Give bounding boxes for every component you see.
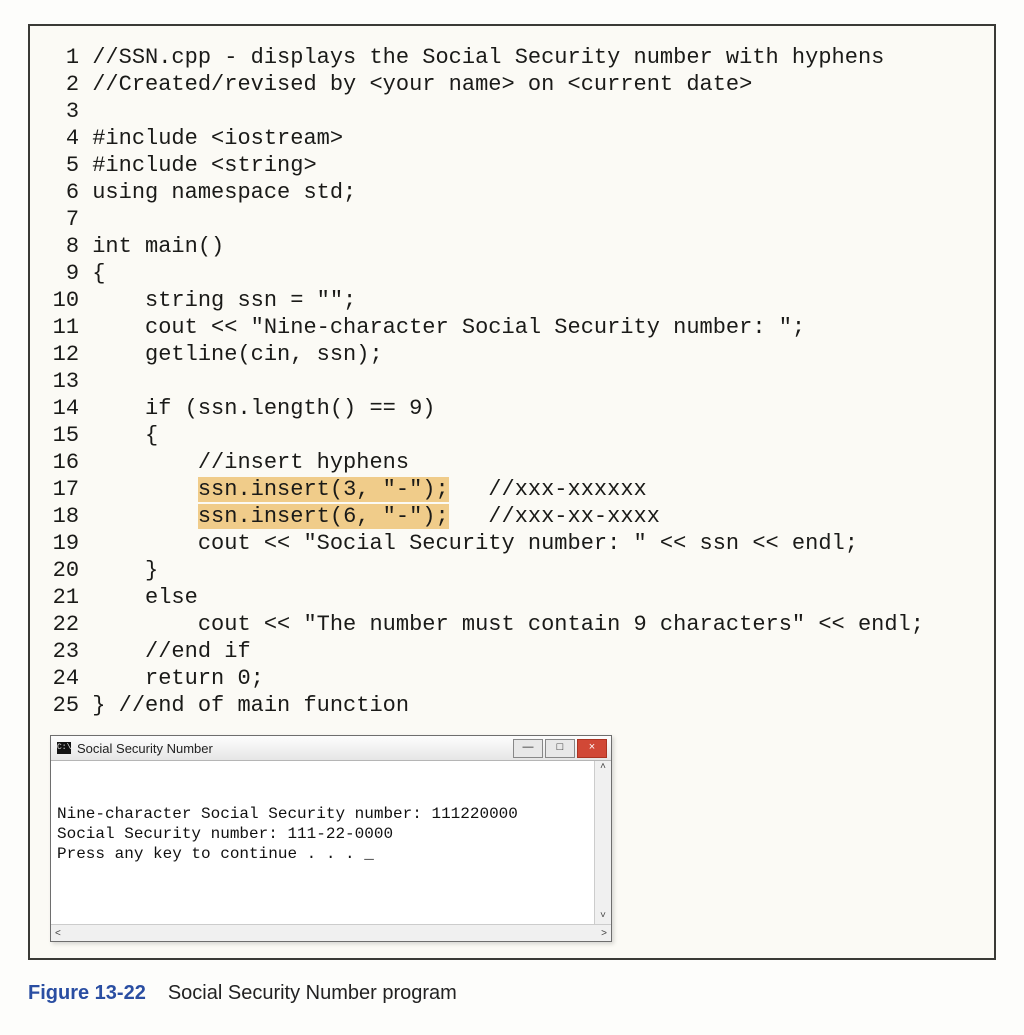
code-line: 20 } xyxy=(50,557,974,584)
line-number: 17 xyxy=(50,476,79,503)
code-line: 24 return 0; xyxy=(50,665,974,692)
code-text: return 0; xyxy=(92,666,264,691)
line-number: 8 xyxy=(50,233,79,260)
code-text: //xxx-xxxxxx xyxy=(449,477,647,502)
line-number: 4 xyxy=(50,125,79,152)
line-number: 16 xyxy=(50,449,79,476)
line-number: 24 xyxy=(50,665,79,692)
line-number: 13 xyxy=(50,368,79,395)
line-number: 20 xyxy=(50,557,79,584)
console-titlebar: C:\ Social Security Number — □ × xyxy=(51,736,611,761)
code-text: int main() xyxy=(92,234,224,259)
command-prompt-icon: C:\ xyxy=(57,742,71,754)
code-line: 5 #include <string> xyxy=(50,152,974,179)
code-line: 3 xyxy=(50,98,974,125)
line-number: 3 xyxy=(50,98,79,125)
code-line: 14 if (ssn.length() == 9) xyxy=(50,395,974,422)
code-text: { xyxy=(92,261,105,286)
scroll-left-icon[interactable]: < xyxy=(55,928,61,939)
scroll-down-icon[interactable]: ˅ xyxy=(600,910,606,924)
line-number: 9 xyxy=(50,260,79,287)
figure-label: Figure 13-22 xyxy=(28,982,146,1004)
line-number: 22 xyxy=(50,611,79,638)
code-line: 17 ssn.insert(3, "-"); //xxx-xxxxxx xyxy=(50,476,974,503)
code-text: string ssn = ""; xyxy=(92,288,356,313)
code-text: } xyxy=(92,558,158,583)
code-line: 16 //insert hyphens xyxy=(50,449,974,476)
code-text: #include <iostream> xyxy=(92,126,343,151)
code-text: //SSN.cpp - displays the Social Security… xyxy=(92,45,884,70)
console-title: Social Security Number xyxy=(77,741,513,756)
line-number: 11 xyxy=(50,314,79,341)
code-text: cout << "Nine-character Social Security … xyxy=(92,315,805,340)
line-number: 10 xyxy=(50,287,79,314)
line-number: 14 xyxy=(50,395,79,422)
vertical-scrollbar[interactable]: ˄ ˅ xyxy=(594,761,611,924)
code-text: #include <string> xyxy=(92,153,316,178)
line-number: 1 xyxy=(50,44,79,71)
console-output: Nine-character Social Security number: 1… xyxy=(51,761,611,924)
horizontal-scrollbar[interactable]: < > xyxy=(51,924,611,941)
line-number: 23 xyxy=(50,638,79,665)
window-buttons: — □ × xyxy=(513,739,607,758)
scroll-right-icon[interactable]: > xyxy=(601,928,607,939)
code-text xyxy=(92,477,198,502)
code-snippet-container: 1 //SSN.cpp - displays the Social Securit… xyxy=(28,24,996,960)
code-line: 18 ssn.insert(6, "-"); //xxx-xx-xxxx xyxy=(50,503,974,530)
code-line: 4 #include <iostream> xyxy=(50,125,974,152)
line-number: 6 xyxy=(50,179,79,206)
line-number: 18 xyxy=(50,503,79,530)
code-line: 6 using namespace std; xyxy=(50,179,974,206)
code-line: 19 cout << "Social Security number: " <<… xyxy=(50,530,974,557)
code-line: 12 getline(cin, ssn); xyxy=(50,341,974,368)
highlighted-code: ssn.insert(6, "-"); xyxy=(198,504,449,529)
code-line: 9{ xyxy=(50,260,974,287)
code-text: } //end of main function xyxy=(92,693,409,718)
line-number: 19 xyxy=(50,530,79,557)
line-number: 12 xyxy=(50,341,79,368)
code-text: //Created/revised by <your name> on <cur… xyxy=(92,72,752,97)
code-text: //insert hyphens xyxy=(92,450,409,475)
code-line: 22 cout << "The number must contain 9 ch… xyxy=(50,611,974,638)
code-text: { xyxy=(92,423,158,448)
line-number: 21 xyxy=(50,584,79,611)
code-line: 13 xyxy=(50,368,974,395)
line-number: 5 xyxy=(50,152,79,179)
highlighted-code: ssn.insert(3, "-"); xyxy=(198,477,449,502)
code-line: 8 int main() xyxy=(50,233,974,260)
maximize-button[interactable]: □ xyxy=(545,739,575,758)
code-listing: 1 //SSN.cpp - displays the Social Securit… xyxy=(50,44,974,719)
code-line: 10 string ssn = ""; xyxy=(50,287,974,314)
line-number: 7 xyxy=(50,206,79,233)
code-line: 15 { xyxy=(50,422,974,449)
minimize-button[interactable]: — xyxy=(513,739,543,758)
line-number: 25 xyxy=(50,692,79,719)
code-line: 1 //SSN.cpp - displays the Social Securit… xyxy=(50,44,974,71)
code-line: 2 //Created/revised by <your name> on <cu… xyxy=(50,71,974,98)
code-text: //end if xyxy=(92,639,250,664)
close-button[interactable]: × xyxy=(577,739,607,758)
code-line: 11 cout << "Nine-character Social Securi… xyxy=(50,314,974,341)
code-text: cout << "Social Security number: " << ss… xyxy=(92,531,858,556)
line-number: 2 xyxy=(50,71,79,98)
figure-caption: Figure 13-22 Social Security Number progr… xyxy=(28,978,996,1005)
code-line: 21 else xyxy=(50,584,974,611)
figure-text: Social Security Number program xyxy=(168,982,457,1004)
console-text: Nine-character Social Security number: 1… xyxy=(57,804,605,864)
code-text: //xxx-xx-xxxx xyxy=(449,504,660,529)
code-text: using namespace std; xyxy=(92,180,356,205)
code-text xyxy=(92,504,198,529)
code-line: 23 //end if xyxy=(50,638,974,665)
code-line: 25 } //end of main function xyxy=(50,692,974,719)
code-text: getline(cin, ssn); xyxy=(92,342,382,367)
code-text: if (ssn.length() == 9) xyxy=(92,396,435,421)
code-text: else xyxy=(92,585,198,610)
console-window: C:\ Social Security Number — □ × Nine-ch… xyxy=(50,735,612,942)
code-line: 7 xyxy=(50,206,974,233)
code-text: cout << "The number must contain 9 chara… xyxy=(92,612,924,637)
line-number: 15 xyxy=(50,422,79,449)
scroll-up-icon[interactable]: ˄ xyxy=(600,761,606,775)
